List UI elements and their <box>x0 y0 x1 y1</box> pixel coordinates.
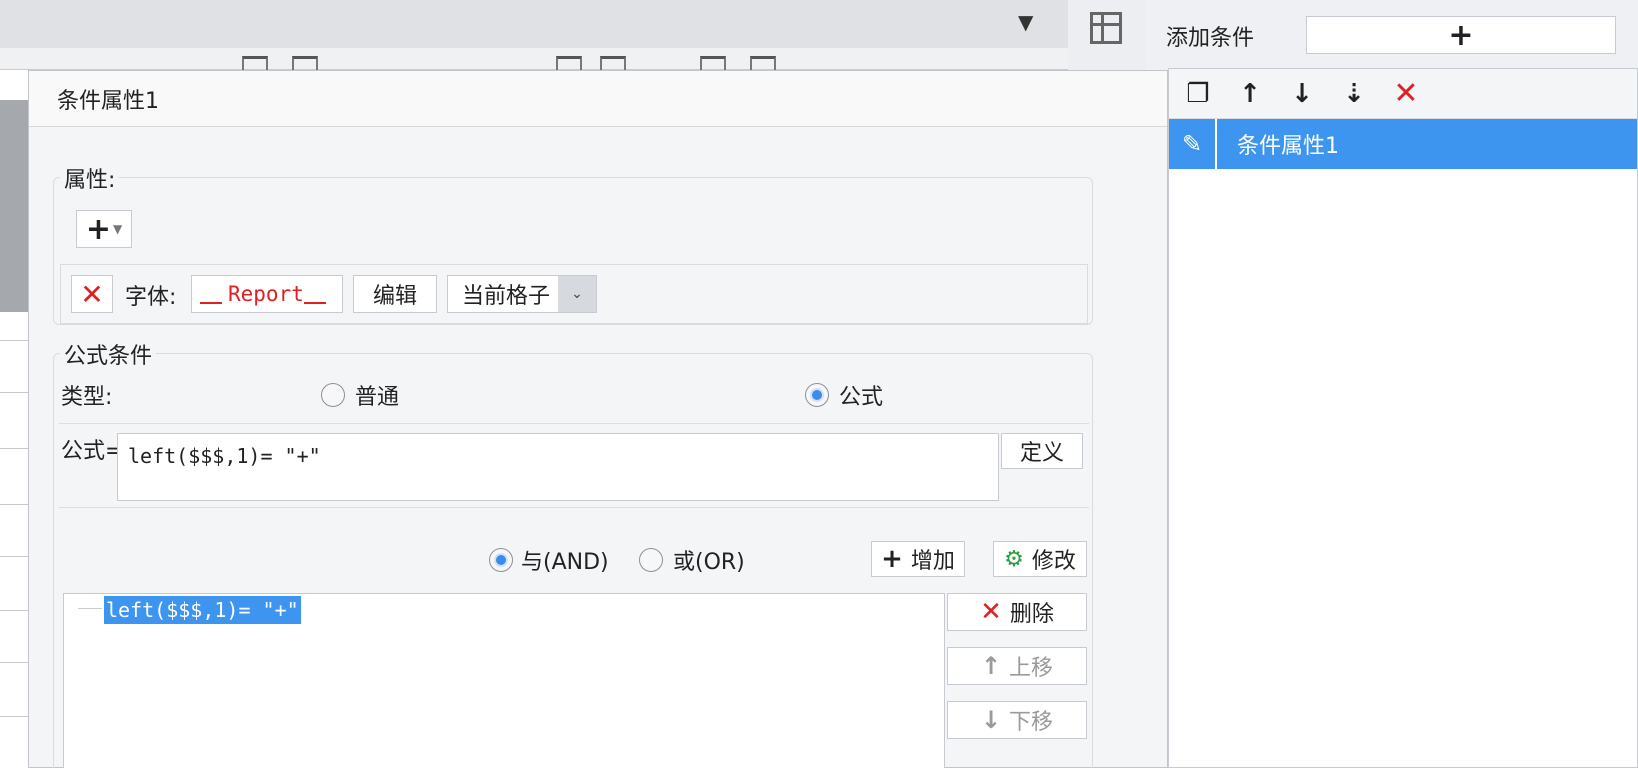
dialog-title: 条件属性1 <box>29 71 1167 127</box>
row-line <box>0 392 30 393</box>
row-line <box>0 340 30 341</box>
type-formula-label: 公式 <box>839 385 884 410</box>
tree-item-selected[interactable]: left($$$,1)= "+" <box>104 596 301 624</box>
add-condition-item-button[interactable]: + 增加 <box>871 541 965 577</box>
copy-icon[interactable]: ❐ <box>1183 79 1213 109</box>
toolbar-icon[interactable] <box>600 56 626 70</box>
move-down-button[interactable]: ↓ 下移 <box>947 701 1087 739</box>
condition-item-label: 条件属性1 <box>1217 119 1637 169</box>
background-topbar <box>0 0 1068 48</box>
modify-button-label: 修改 <box>1031 549 1076 574</box>
condition-list-item[interactable]: ✎ 条件属性1 <box>1169 119 1637 169</box>
type-label: 类型: <box>61 385 113 410</box>
type-formula-radio[interactable] <box>805 383 829 407</box>
toolbar-icon[interactable] <box>242 56 268 70</box>
formula-condition-legend: 公式条件 <box>60 338 157 370</box>
font-preview[interactable]: Report <box>191 275 343 313</box>
font-property-row: ✕ 字体: Report 编辑 当前格子 ⌄ <box>60 264 1088 324</box>
condition-properties-dialog: 条件属性1 属性: + ▼ ✕ 字体: Report 编辑 当前格子 ⌄ 公式条… <box>28 70 1168 768</box>
condition-list-panel: 添加条件 + ❐ ↑ ↓ ⇣ ✕ ✎ 条件属性1 <box>1146 0 1638 768</box>
condition-list-toolbar: ❐ ↑ ↓ ⇣ ✕ <box>1169 69 1637 119</box>
section-divider <box>59 507 1089 508</box>
arrow-up-icon: ↑ <box>980 652 1002 680</box>
close-icon: ✕ <box>80 277 104 311</box>
type-normal-radio[interactable] <box>321 383 345 407</box>
row-line <box>0 716 30 717</box>
add-condition-label: 添加条件 <box>1166 26 1255 51</box>
delete-condition-button[interactable]: ✕ 删除 <box>947 593 1087 631</box>
logic-or-label: 或(OR) <box>673 550 745 575</box>
spreadsheet-selection <box>0 100 30 312</box>
logic-or-radio[interactable] <box>639 548 663 572</box>
add-condition-button[interactable]: + <box>1306 16 1616 54</box>
background-toolbar <box>0 48 1068 70</box>
formula-input-value: left($$$,1)= "+" <box>128 444 321 468</box>
arrow-down-icon: ↓ <box>980 706 1002 734</box>
section-divider <box>59 423 1089 424</box>
define-button[interactable]: 定义 <box>1001 433 1083 469</box>
delete-icon[interactable]: ✕ <box>1391 76 1421 111</box>
properties-section: 属性: + ▼ ✕ 字体: Report 编辑 当前格子 ⌄ <box>53 162 1093 325</box>
move-up-label: 上移 <box>1009 656 1054 681</box>
dropdown-arrow-icon[interactable]: ▼ <box>1018 10 1033 34</box>
move-down-label: 下移 <box>1009 710 1054 735</box>
condition-list: ❐ ↑ ↓ ⇣ ✕ ✎ 条件属性1 <box>1168 68 1638 768</box>
row-line <box>0 556 30 557</box>
type-normal-label: 普通 <box>355 385 400 410</box>
toolbar-icon[interactable] <box>292 56 318 70</box>
toolbar-icon[interactable] <box>750 56 776 70</box>
row-line <box>0 610 30 611</box>
formula-input[interactable]: left($$$,1)= "+" <box>117 433 999 501</box>
move-down-icon[interactable]: ↓ <box>1287 79 1317 109</box>
gear-icon: ⚙ <box>1004 546 1024 572</box>
properties-legend: 属性: <box>60 162 120 194</box>
move-bottom-icon[interactable]: ⇣ <box>1339 79 1369 109</box>
delete-condition-label: 删除 <box>1009 602 1054 627</box>
plus-icon: + <box>881 544 903 574</box>
frozen-grid-icon[interactable] <box>1090 12 1122 44</box>
modify-button[interactable]: ⚙ 修改 <box>993 541 1087 577</box>
chevron-down-icon[interactable]: ⌄ <box>558 276 596 312</box>
underline-mark <box>200 302 222 304</box>
font-preview-text: Report <box>228 282 304 306</box>
move-up-button[interactable]: ↑ 上移 <box>947 647 1087 685</box>
font-label: 字体: <box>125 285 177 310</box>
row-line <box>0 662 30 663</box>
underline-mark <box>303 302 326 304</box>
condition-tree: left($$$,1)= "+" <box>63 593 945 768</box>
remove-property-button[interactable]: ✕ <box>71 275 113 313</box>
move-up-icon[interactable]: ↑ <box>1235 79 1265 109</box>
add-property-button[interactable]: + ▼ <box>76 210 132 248</box>
tree-line <box>78 608 102 609</box>
toolbar-icon[interactable] <box>700 56 726 70</box>
close-icon: ✕ <box>980 597 1002 627</box>
logic-and-label: 与(AND) <box>521 550 609 575</box>
row-line <box>0 448 30 449</box>
scope-select-value: 当前格子 <box>462 284 551 309</box>
edit-font-button[interactable]: 编辑 <box>353 275 437 313</box>
chevron-down-icon: ▼ <box>112 222 123 236</box>
formula-label: 公式= <box>61 439 124 464</box>
add-condition-item-label: 增加 <box>910 549 955 574</box>
pencil-icon: ✎ <box>1169 119 1217 169</box>
row-line <box>0 504 30 505</box>
add-property-label: + <box>85 211 111 247</box>
logic-and-radio[interactable] <box>489 548 513 572</box>
scope-select[interactable]: 当前格子 ⌄ <box>447 275 597 313</box>
toolbar-icon[interactable] <box>556 56 582 70</box>
